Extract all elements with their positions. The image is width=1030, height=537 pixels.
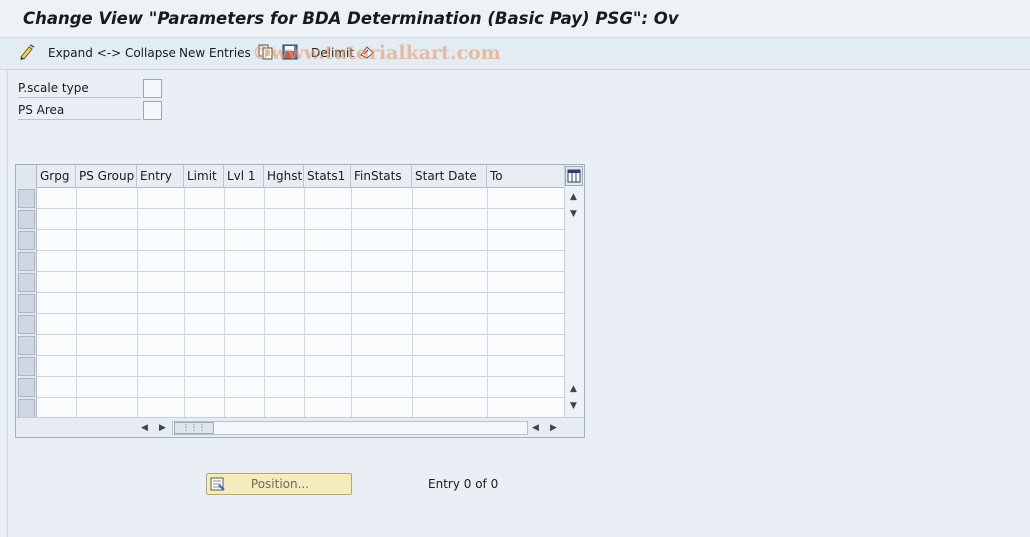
- delimit-icon[interactable]: [358, 43, 376, 61]
- horizontal-scroll-thumb[interactable]: ⋮⋮⋮: [174, 422, 214, 434]
- position-button[interactable]: Position...: [206, 473, 352, 495]
- vertical-scrollbar[interactable]: ▲ ▼ ▲ ▼: [564, 165, 584, 417]
- column-divider: [487, 188, 488, 417]
- ps-area-input[interactable]: [143, 101, 162, 120]
- column-divider: [304, 188, 305, 417]
- table-row[interactable]: [37, 293, 564, 314]
- row-selector[interactable]: [18, 399, 35, 418]
- row-selector[interactable]: [18, 378, 35, 397]
- table-header: Grpg PS Group Entry Limit Lvl 1 Hghst St…: [16, 165, 564, 188]
- position-button-label: Position...: [250, 477, 310, 491]
- column-header-lvl1[interactable]: Lvl 1: [224, 165, 264, 187]
- scroll-left-icon[interactable]: ◀: [141, 423, 148, 433]
- copy-icon[interactable]: [257, 43, 275, 61]
- table-row[interactable]: [37, 335, 564, 356]
- column-header-start-date[interactable]: Start Date: [412, 165, 487, 187]
- row-selector[interactable]: [18, 357, 35, 376]
- scroll-down-icon[interactable]: ▼: [570, 401, 577, 411]
- scroll-up-icon[interactable]: ▲: [570, 192, 577, 202]
- column-header-limit[interactable]: Limit: [184, 165, 224, 187]
- entry-count: Entry 0 of 0: [428, 477, 499, 491]
- column-divider: [264, 188, 265, 417]
- row-selector-column: [16, 165, 37, 418]
- row-selector[interactable]: [18, 294, 35, 313]
- row-selector[interactable]: [18, 189, 35, 208]
- expand-collapse-button[interactable]: Expand <-> Collapse: [48, 45, 176, 63]
- save-local-icon[interactable]: [281, 43, 299, 61]
- scroll-right-icon[interactable]: ▶: [550, 423, 557, 433]
- row-selector[interactable]: [18, 231, 35, 250]
- title-bar: Change View "Parameters for BDA Determin…: [0, 0, 1030, 38]
- column-divider: [76, 188, 77, 417]
- pscale-type-input[interactable]: [143, 79, 162, 98]
- row-selector[interactable]: [18, 252, 35, 271]
- horizontal-scroll-track[interactable]: [172, 421, 528, 435]
- scroll-down-icon[interactable]: ▼: [570, 209, 577, 219]
- scroll-right-icon[interactable]: ▶: [159, 423, 166, 433]
- horizontal-scrollbar[interactable]: ◀ ▶ ⋮⋮⋮ ◀ ▶: [16, 417, 584, 437]
- table-row[interactable]: [37, 272, 564, 293]
- column-divider: [137, 188, 138, 417]
- new-entries-button[interactable]: New Entries: [179, 45, 251, 63]
- column-divider: [224, 188, 225, 417]
- table-row[interactable]: [37, 377, 564, 398]
- edit-pen-icon[interactable]: [18, 43, 36, 61]
- application-toolbar: Expand <-> Collapse New Entries Delimit: [0, 38, 1030, 70]
- column-divider: [351, 188, 352, 417]
- table-row[interactable]: [37, 209, 564, 230]
- delimit-button[interactable]: Delimit: [311, 45, 354, 63]
- row-selector[interactable]: [18, 315, 35, 334]
- column-header-entry[interactable]: Entry: [137, 165, 184, 187]
- table-row[interactable]: [37, 314, 564, 335]
- column-header-to[interactable]: To: [487, 165, 564, 187]
- ps-area-label: PS Area: [18, 102, 141, 120]
- column-divider: [412, 188, 413, 417]
- row-selector[interactable]: [18, 273, 35, 292]
- table-row[interactable]: [37, 251, 564, 272]
- column-header-grpg[interactable]: Grpg: [37, 165, 76, 187]
- row-selector[interactable]: [18, 336, 35, 355]
- table-control: Grpg PS Group Entry Limit Lvl 1 Hghst St…: [15, 164, 585, 438]
- scroll-up-icon[interactable]: ▲: [570, 384, 577, 394]
- pscale-type-label: P.scale type: [18, 80, 141, 98]
- column-header-stats1[interactable]: Stats1: [304, 165, 351, 187]
- table-row[interactable]: [37, 230, 564, 251]
- row-selector[interactable]: [18, 210, 35, 229]
- column-header-hghst[interactable]: Hghst: [264, 165, 304, 187]
- column-divider: [184, 188, 185, 417]
- column-header-ps-group[interactable]: PS Group: [76, 165, 137, 187]
- table-row[interactable]: [37, 356, 564, 377]
- scroll-left-icon[interactable]: ◀: [532, 423, 539, 433]
- table-row[interactable]: [37, 188, 564, 209]
- table-row[interactable]: [37, 398, 564, 417]
- page-title: Change View "Parameters for BDA Determin…: [23, 9, 679, 28]
- column-header-finstats[interactable]: FinStats: [351, 165, 412, 187]
- table-settings-icon[interactable]: [565, 166, 583, 186]
